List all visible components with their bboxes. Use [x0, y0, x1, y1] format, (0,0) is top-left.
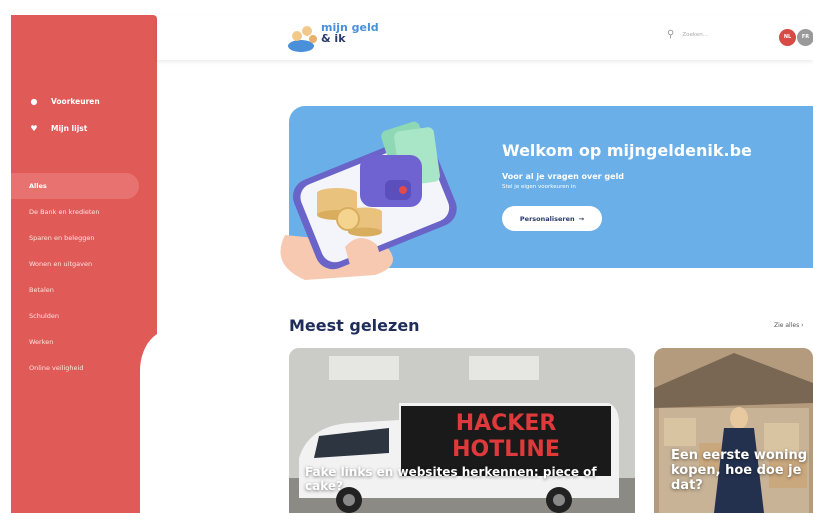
phone-wallet-illustration	[280, 121, 457, 280]
nav-item-schulden[interactable]: Schulden	[11, 303, 157, 329]
sidebar-curve	[140, 330, 170, 513]
lang-fr-button[interactable]: FR	[797, 29, 813, 46]
lang-nl-button[interactable]: NL	[779, 29, 796, 46]
personalize-button-label: Personaliseren	[519, 214, 575, 223]
category-nav: Alles De Bank en kredieten Sparen en bel…	[11, 173, 157, 381]
nav-item-online-veiligheid[interactable]: Online veiligheid	[11, 355, 157, 381]
article-card-title: Een eerste woning kopen, hoe doe je dat?	[671, 448, 808, 493]
arrow-right-icon: →	[578, 214, 585, 223]
svg-text:HOTLINE: HOTLINE	[452, 437, 560, 462]
search-icon[interactable]: ⚲	[667, 29, 674, 40]
nav-item-wonen-uitgaven[interactable]: Wonen en uitgaven	[11, 251, 157, 277]
article-card-title: Fake links en websites herkennen: piece …	[305, 465, 597, 493]
logo-text: mijn geld & ik	[321, 21, 379, 45]
sidebar-item-label: Mijn lijst	[51, 124, 88, 133]
nav-item-werken[interactable]: Werken	[11, 329, 157, 355]
hero-description: Stel je eigen voorkeuren in	[502, 184, 576, 190]
see-all-link[interactable]: Zie alles ›	[774, 322, 804, 329]
heart-icon: ♥	[30, 124, 38, 133]
nav-item-sparen-beleggen[interactable]: Sparen en beleggen	[11, 225, 157, 251]
user-icon: ●	[30, 97, 38, 106]
search-input[interactable]: Zoeken...	[682, 32, 708, 38]
sidebar: ● Voorkeuren ♥ Mijn lijst Alles De Bank …	[11, 15, 157, 513]
nav-item-bank-kredieten[interactable]: De Bank en kredieten	[11, 199, 157, 225]
nav-item-betalen[interactable]: Betalen	[11, 277, 157, 303]
hero-subtitle: Voor al je vragen over geld	[502, 172, 625, 181]
svg-text:HACKER: HACKER	[456, 411, 557, 436]
hero-title: Welkom op mijngeldenik.be	[502, 141, 752, 160]
article-card[interactable]: Een eerste woning kopen, hoe doe je dat?	[654, 348, 813, 513]
top-header: mijn geld & ik ⚲ Zoeken... NL FR	[157, 15, 813, 60]
sidebar-item-voorkeuren[interactable]: ● Voorkeuren	[29, 97, 100, 106]
section-title: Meest gelezen	[289, 316, 420, 335]
sidebar-item-label: Voorkeuren	[51, 97, 100, 106]
sidebar-item-mijn-lijst[interactable]: ♥ Mijn lijst	[29, 124, 87, 133]
personalize-button[interactable]: Personaliseren →	[502, 206, 602, 231]
article-card[interactable]: HACKER HOTLINE Fake links en websites he…	[289, 348, 635, 513]
nav-item-alles[interactable]: Alles	[11, 173, 139, 199]
search-box[interactable]: ⚲ Zoeken...	[667, 29, 708, 40]
logo-hand-icon	[288, 26, 317, 52]
site-logo[interactable]: mijn geld & ik	[287, 20, 387, 56]
